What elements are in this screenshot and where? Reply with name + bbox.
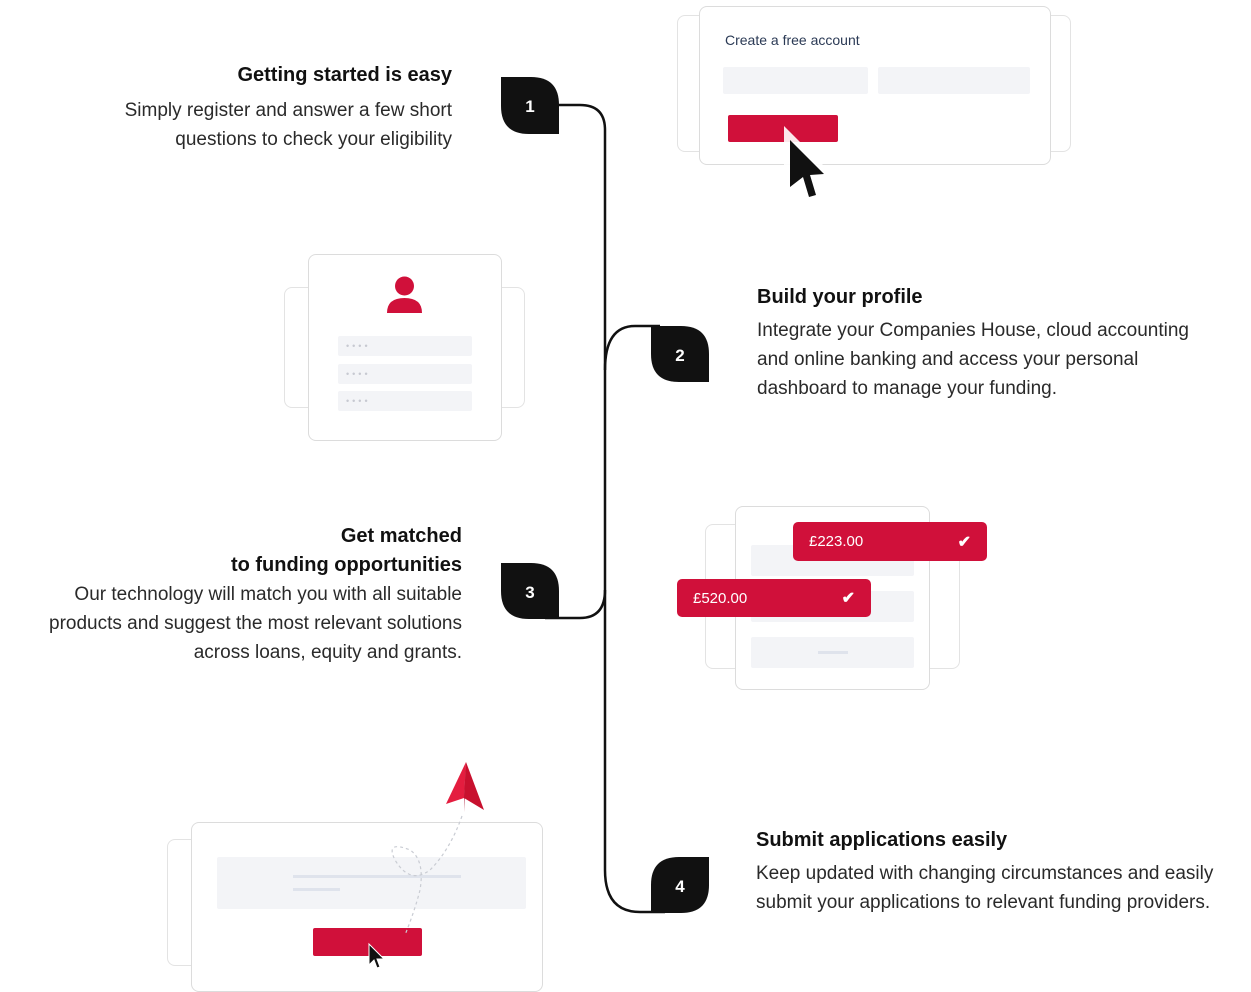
profile-card: •••• •••• •••• (308, 254, 502, 441)
step-4-title: Submit applications easily (756, 829, 1008, 851)
profile-row-1: •••• (338, 336, 472, 356)
step-2-desc-line-1: Integrate your Companies House, cloud ac… (757, 320, 1189, 341)
step-1-desc-line-2: questions to check your eligibility (175, 129, 452, 150)
cursor-icon (784, 126, 842, 206)
svg-text:4: 4 (675, 877, 685, 896)
step-1-desc-line-1: Simply register and answer a few short (124, 100, 452, 121)
svg-text:1: 1 (525, 97, 534, 116)
signup-card: Create a free account (699, 6, 1051, 165)
step-1-text: Getting started is easy Simply register … (32, 61, 452, 154)
step-4-desc-line-2: submit your applications to relevant fun… (756, 892, 1211, 913)
step-2-desc-line-3: dashboard to manage your funding. (757, 378, 1057, 399)
step-1-title: Getting started is easy (237, 64, 452, 86)
step-1-marker: 1 (501, 77, 559, 134)
plane-trail (391, 815, 463, 936)
amount-value-2: £520.00 (693, 589, 748, 607)
signup-name-field[interactable] (723, 67, 868, 94)
svg-text:3: 3 (525, 583, 534, 602)
step-3-title-line-1: Get matched (340, 525, 462, 547)
step-3-desc-line-2: products and suggest the most relevant s… (49, 613, 462, 634)
profile-row-2: •••• (338, 364, 472, 384)
step-3-title-line-2: to funding opportunities (230, 554, 462, 576)
step-4-text: Submit applications easily Keep updated … (756, 826, 1250, 917)
paper-plane-icon (391, 762, 484, 936)
signup-card-heading: Create a free account (725, 32, 860, 48)
step-2-desc-line-2: and online banking and access your perso… (757, 349, 1139, 370)
step-3-marker: 3 (501, 563, 559, 619)
step-4-marker: 4 (651, 857, 709, 913)
check-icon: ✔ (957, 533, 971, 551)
step-2-text: Build your profile Integrate your Compan… (757, 283, 1247, 403)
user-icon (387, 276, 422, 313)
step-2-marker: 2 (651, 326, 709, 382)
step-3-desc-line-1: Our technology will match you with all s… (74, 584, 462, 605)
step-2-title: Build your profile (757, 286, 923, 308)
cursor-icon (368, 942, 386, 969)
amount-pill-2: £520.00 ✔ (677, 579, 871, 617)
step-3-text: Get matched to funding opportunities Our… (2, 522, 462, 667)
signup-email-field[interactable] (878, 67, 1030, 94)
amount-value-1: £223.00 (809, 533, 864, 550)
step-3-desc-line-3: across loans, equity and grants. (193, 642, 462, 663)
profile-row-3: •••• (338, 391, 472, 411)
timeline-path (535, 103, 665, 914)
timeline: 1 2 3 4 (501, 77, 709, 914)
check-icon: ✔ (841, 590, 855, 607)
amount-pill-1: £223.00 ✔ (793, 522, 987, 561)
match-row-3 (751, 637, 914, 668)
svg-text:2: 2 (675, 346, 684, 365)
step-4-desc-line-1: Keep updated with changing circumstances… (756, 863, 1214, 884)
